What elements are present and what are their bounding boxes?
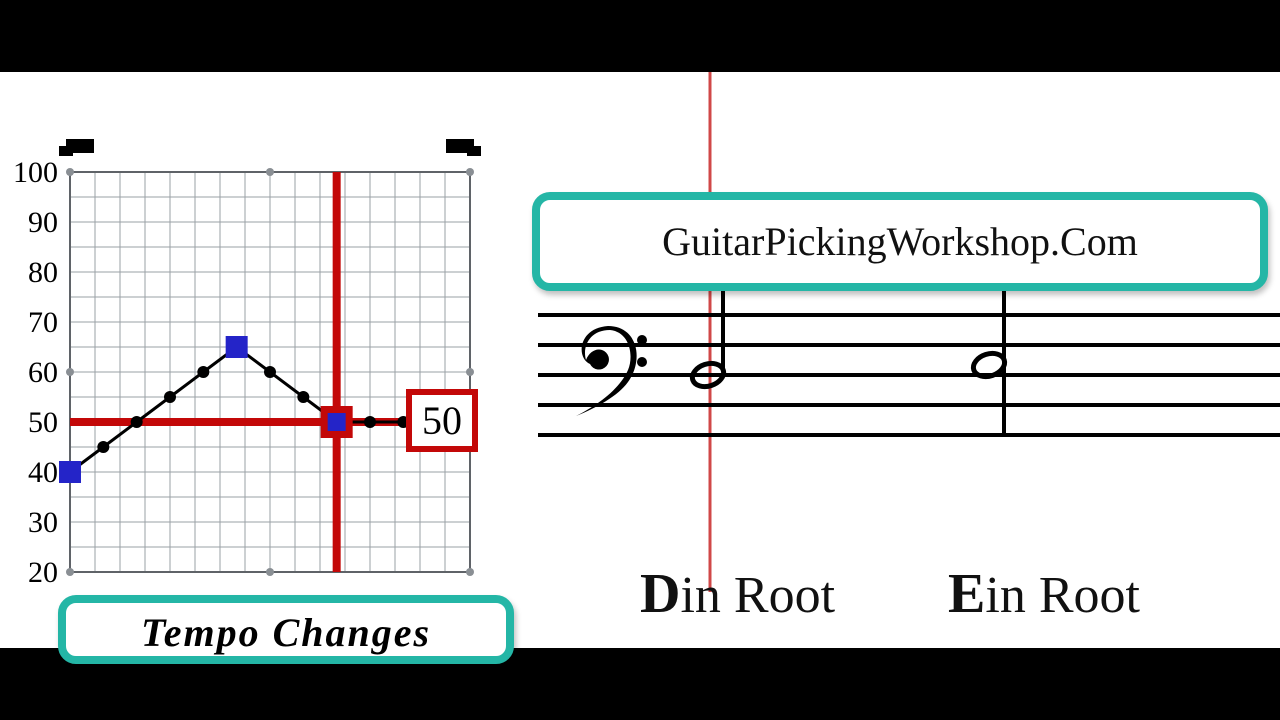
tempo-chart-title-box: Tempo Changes	[58, 595, 514, 664]
svg-text:70: 70	[28, 306, 58, 339]
svg-text:90: 90	[28, 206, 58, 239]
tempo-chart-panel: 2030405060708090100 50 Tempo Changes	[0, 72, 510, 648]
site-label-box: GuitarPickingWorkshop.Com	[532, 192, 1268, 291]
notation-panel: GuitarPickingWorkshop.Com D in Root E in…	[510, 72, 1280, 648]
svg-text:50: 50	[28, 406, 58, 439]
chord-label-1: D in Root	[640, 562, 885, 626]
svg-text:80: 80	[28, 256, 58, 289]
site-label: GuitarPickingWorkshop.Com	[662, 219, 1138, 264]
tempo-readout-value: 50	[422, 398, 462, 443]
staff-lines	[538, 315, 1280, 435]
svg-text:30: 30	[28, 506, 58, 539]
chord-label-2: E in Root	[948, 562, 1190, 626]
tempo-chart-title: Tempo Changes	[141, 610, 431, 655]
bass-clef-icon	[576, 326, 647, 416]
svg-text:100: 100	[13, 156, 58, 189]
tempo-readout-badge: 50	[406, 389, 478, 452]
svg-text:60: 60	[28, 356, 58, 389]
svg-text:40: 40	[28, 456, 58, 489]
note-e	[970, 284, 1007, 380]
tempo-chart[interactable]: 20 30 40 50 60 70 80 90 100	[0, 72, 510, 632]
chord-labels: D in Root E in Root	[640, 562, 1280, 626]
content-stage: 2030405060708090100 50 Tempo Changes	[0, 72, 1280, 648]
svg-text:20: 20	[28, 556, 58, 589]
